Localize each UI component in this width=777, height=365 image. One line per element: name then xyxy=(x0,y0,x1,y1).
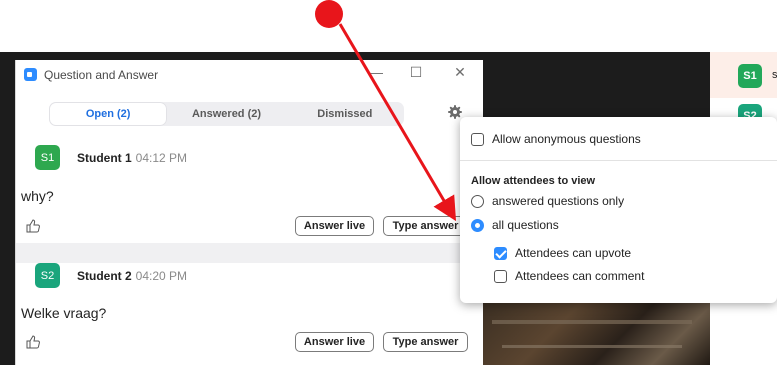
annotation-arrow xyxy=(338,23,457,222)
